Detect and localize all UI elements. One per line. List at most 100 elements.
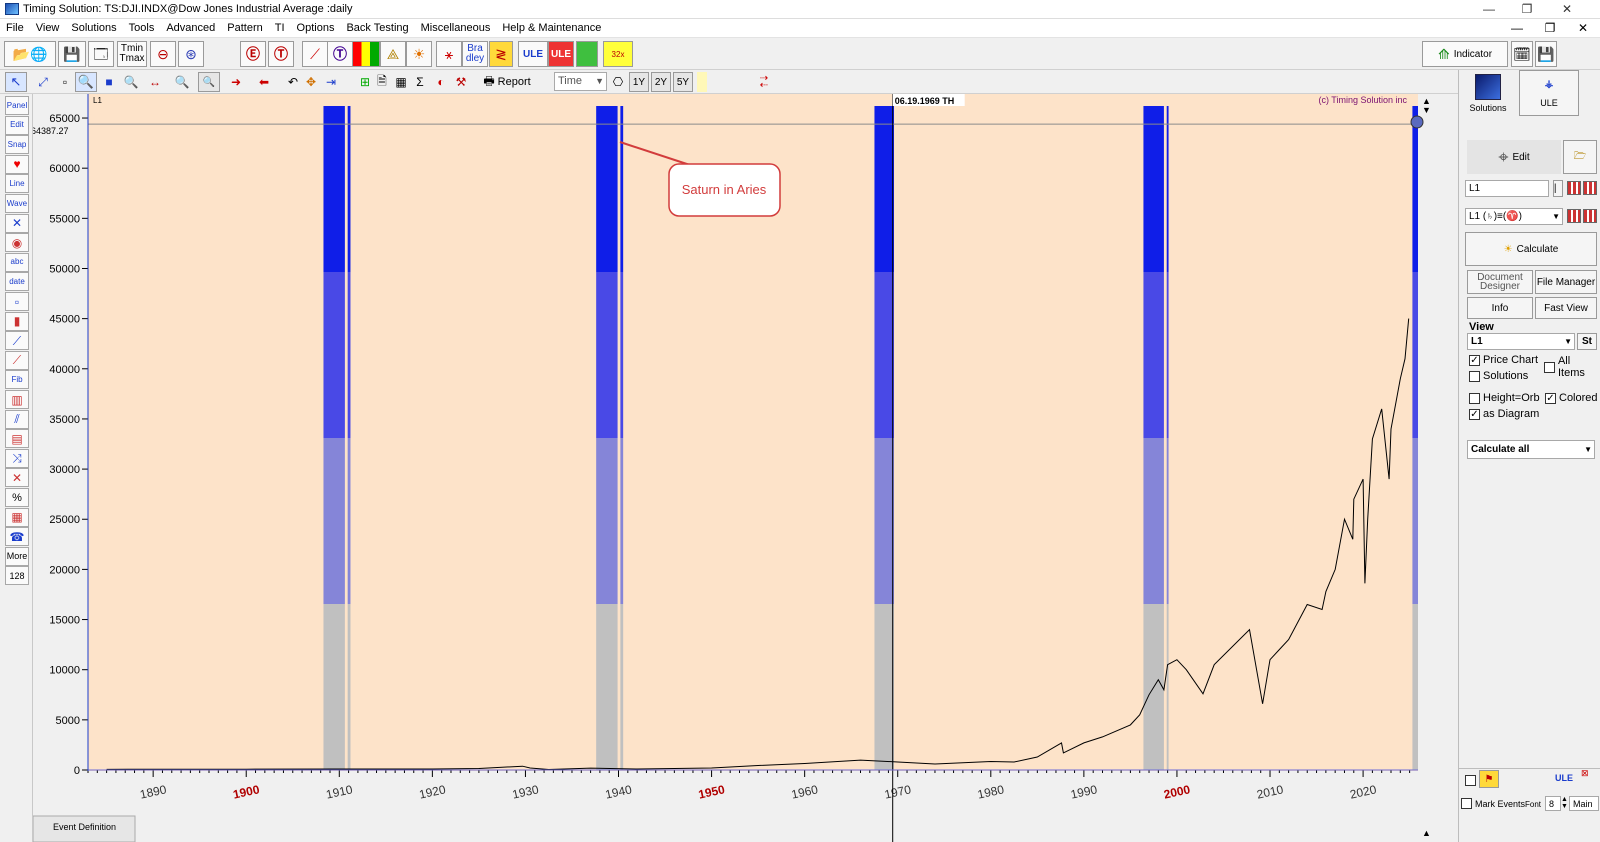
tool-line-button[interactable]: Line xyxy=(5,174,29,194)
menu-advanced[interactable]: Advanced xyxy=(160,19,221,38)
tool-parallel-button[interactable]: ▮ xyxy=(5,311,29,331)
price-chart[interactable]: 0 5000 10000 15000 20000 25000 30000 35000 40000… xyxy=(33,94,1458,842)
document-designer-button[interactable]: Document Designer xyxy=(1467,270,1533,294)
e-button[interactable]: Ⓔ xyxy=(240,41,266,67)
tool-phone-button[interactable]: ✕ xyxy=(5,468,29,488)
calculate-all-select[interactable]: Calculate all ▼ xyxy=(1467,440,1595,459)
astro-tool-button[interactable]: ⚒ xyxy=(452,72,470,92)
view-select[interactable]: L1 ▼ xyxy=(1467,333,1575,350)
sun-button[interactable]: ☀ xyxy=(406,41,432,67)
bradley-button[interactable]: Bra dley xyxy=(462,41,488,67)
zoom-area-button[interactable]: 🔍 xyxy=(75,72,97,92)
as-diagram-checkbox[interactable]: ✓ as Diagram xyxy=(1469,408,1539,420)
tool-arc-button[interactable]: ▥ xyxy=(5,390,29,409)
tool-heart-button[interactable]: ♥ xyxy=(5,154,29,174)
add-panel-button[interactable]: ⊞ xyxy=(356,72,374,92)
rotate-button[interactable]: ↶ xyxy=(284,72,302,92)
tmin-tmax-button[interactable]: Tmin Tmax xyxy=(117,41,147,67)
solutions-button[interactable]: Solutions xyxy=(1461,70,1515,116)
speed-button[interactable]: 32x xyxy=(603,41,633,67)
stretch-horizontal-button[interactable]: ↔ xyxy=(143,72,167,92)
document-button[interactable]: 🗎 xyxy=(374,72,390,92)
period-5y-button[interactable]: 5Y xyxy=(673,72,693,92)
tool-date-button[interactable]: date xyxy=(5,272,29,292)
info-button[interactable]: Info xyxy=(1467,297,1533,319)
chart-window-button[interactable]: 🗔 xyxy=(88,41,114,67)
price-chart-panel[interactable]: 0 5000 10000 15000 20000 25000 30000 35000 40000… xyxy=(33,94,1458,842)
tool-wave-button[interactable]: Wave xyxy=(5,194,29,213)
all-items-checkbox[interactable]: All Items xyxy=(1544,355,1600,379)
move-button[interactable]: ✥ xyxy=(302,72,320,92)
height-orb-checkbox[interactable]: Height=Orb xyxy=(1469,392,1540,404)
tool-cross-button[interactable]: ⫽ xyxy=(5,409,29,429)
panel-save-button[interactable]: 💾 xyxy=(1535,41,1557,67)
camera-button[interactable]: ⎔ xyxy=(609,72,627,92)
color-bar-button[interactable] xyxy=(352,41,380,67)
ule-panel-button[interactable]: ⚶ ULE xyxy=(1519,70,1579,116)
tool-edit-button[interactable]: Edit xyxy=(5,115,29,135)
table-alt-icon[interactable] xyxy=(1583,209,1597,223)
period-1y-button[interactable]: 1Y xyxy=(629,72,649,92)
tool-more-button[interactable]: More xyxy=(5,546,29,566)
tool-zigzag-button[interactable]: ⟋ xyxy=(5,350,29,370)
tool-bars-button[interactable]: ⤨ xyxy=(5,448,29,468)
astro-button[interactable]: ⚹ xyxy=(436,41,462,67)
tool-snap-button[interactable]: Snap xyxy=(5,135,29,155)
tool-grid-lines-button[interactable]: ⟋ xyxy=(5,331,29,351)
menu-options[interactable]: Options xyxy=(291,19,341,38)
calculate-button[interactable]: ☀ Calculate xyxy=(1465,232,1597,266)
tool-percent-button[interactable]: % xyxy=(5,488,29,507)
mdi-minimize-button[interactable]: — xyxy=(1502,19,1532,38)
fast-view-button[interactable]: Fast View xyxy=(1535,297,1597,319)
t-button[interactable]: Ⓣ xyxy=(268,41,294,67)
open-folder-globe-button[interactable]: 📂🌐 xyxy=(4,41,56,67)
edit-button[interactable]: ⌖ Edit xyxy=(1467,140,1561,174)
tool-trend-red-button[interactable]: ☎ xyxy=(5,527,29,547)
cycle-tool-button[interactable]: ◐ xyxy=(432,72,450,92)
zigzag-button[interactable]: ≷ xyxy=(489,41,513,67)
tool-counter-button[interactable]: 128 xyxy=(5,566,29,586)
close-button[interactable]: ✕ xyxy=(1548,0,1586,19)
green-box-button[interactable] xyxy=(576,41,598,67)
tool-text-button[interactable]: abc xyxy=(5,252,29,272)
ule-button[interactable]: ULE xyxy=(518,41,548,67)
bottom-ule-label[interactable]: ULE xyxy=(1555,773,1573,783)
l1-name-input[interactable]: L1 xyxy=(1465,180,1549,197)
maximize-button[interactable]: ❐ xyxy=(1508,0,1546,19)
mdi-close-button[interactable]: ✕ xyxy=(1568,19,1598,38)
panel-settings-button[interactable]: 🗓 xyxy=(1511,41,1533,67)
indicator-button[interactable]: ⟰ Indicator xyxy=(1422,41,1508,67)
open-folder-button[interactable]: 🗁 xyxy=(1563,140,1597,174)
tool-red-circle-button[interactable]: ▤ xyxy=(5,429,29,449)
tool-panel-button[interactable]: Panel xyxy=(5,96,29,115)
colored-checkbox[interactable]: ✓ Colored xyxy=(1545,392,1598,404)
zoom-in-button[interactable]: 🔍 xyxy=(198,72,220,92)
menu-back-testing[interactable]: Back Testing xyxy=(340,19,414,38)
trend-button[interactable]: ⟋ xyxy=(302,41,328,67)
ule-box-button[interactable]: ULE xyxy=(548,41,574,67)
l1-marker-button[interactable]: ▏ xyxy=(1553,180,1563,197)
sum-button[interactable]: Σ xyxy=(412,72,428,92)
menu-file[interactable]: File xyxy=(0,19,30,38)
price-chart-checkbox[interactable]: ✓ Price Chart xyxy=(1469,354,1538,366)
report-button[interactable]: 🖶 Report xyxy=(482,72,532,92)
scroll-left-button[interactable]: ⬅ xyxy=(254,72,274,92)
draw-line-tool-button[interactable]: ⤢ xyxy=(31,72,55,92)
main-select[interactable]: Main xyxy=(1569,796,1599,811)
file-manager-button[interactable]: File Manager xyxy=(1535,270,1597,294)
mdi-restore-button[interactable]: ❐ xyxy=(1535,19,1565,38)
l1-position-select[interactable]: L1 (♄)≡(♈) ▼ xyxy=(1465,208,1563,225)
tool-fan-button[interactable]: ✕ xyxy=(5,213,29,233)
close-small-icon[interactable]: ⊠ xyxy=(1581,768,1589,779)
menu-view[interactable]: View xyxy=(30,19,66,38)
cycle-button[interactable]: ⊖ xyxy=(150,41,176,67)
time-scale-select[interactable]: Time ▼ xyxy=(554,72,607,91)
event-marker-button[interactable]: ⚑ xyxy=(1479,770,1499,788)
pattern-button[interactable]: ⟁ xyxy=(380,41,406,67)
vertical-scrollbar[interactable] xyxy=(1420,94,1434,842)
period-2y-button[interactable]: 2Y xyxy=(651,72,671,92)
table-icon[interactable] xyxy=(1567,181,1581,195)
save-button[interactable]: 💾 xyxy=(58,41,86,67)
sync-arrows-button[interactable]: ⇢ ⇠ xyxy=(756,72,772,92)
menu-pattern[interactable]: Pattern xyxy=(221,19,268,38)
